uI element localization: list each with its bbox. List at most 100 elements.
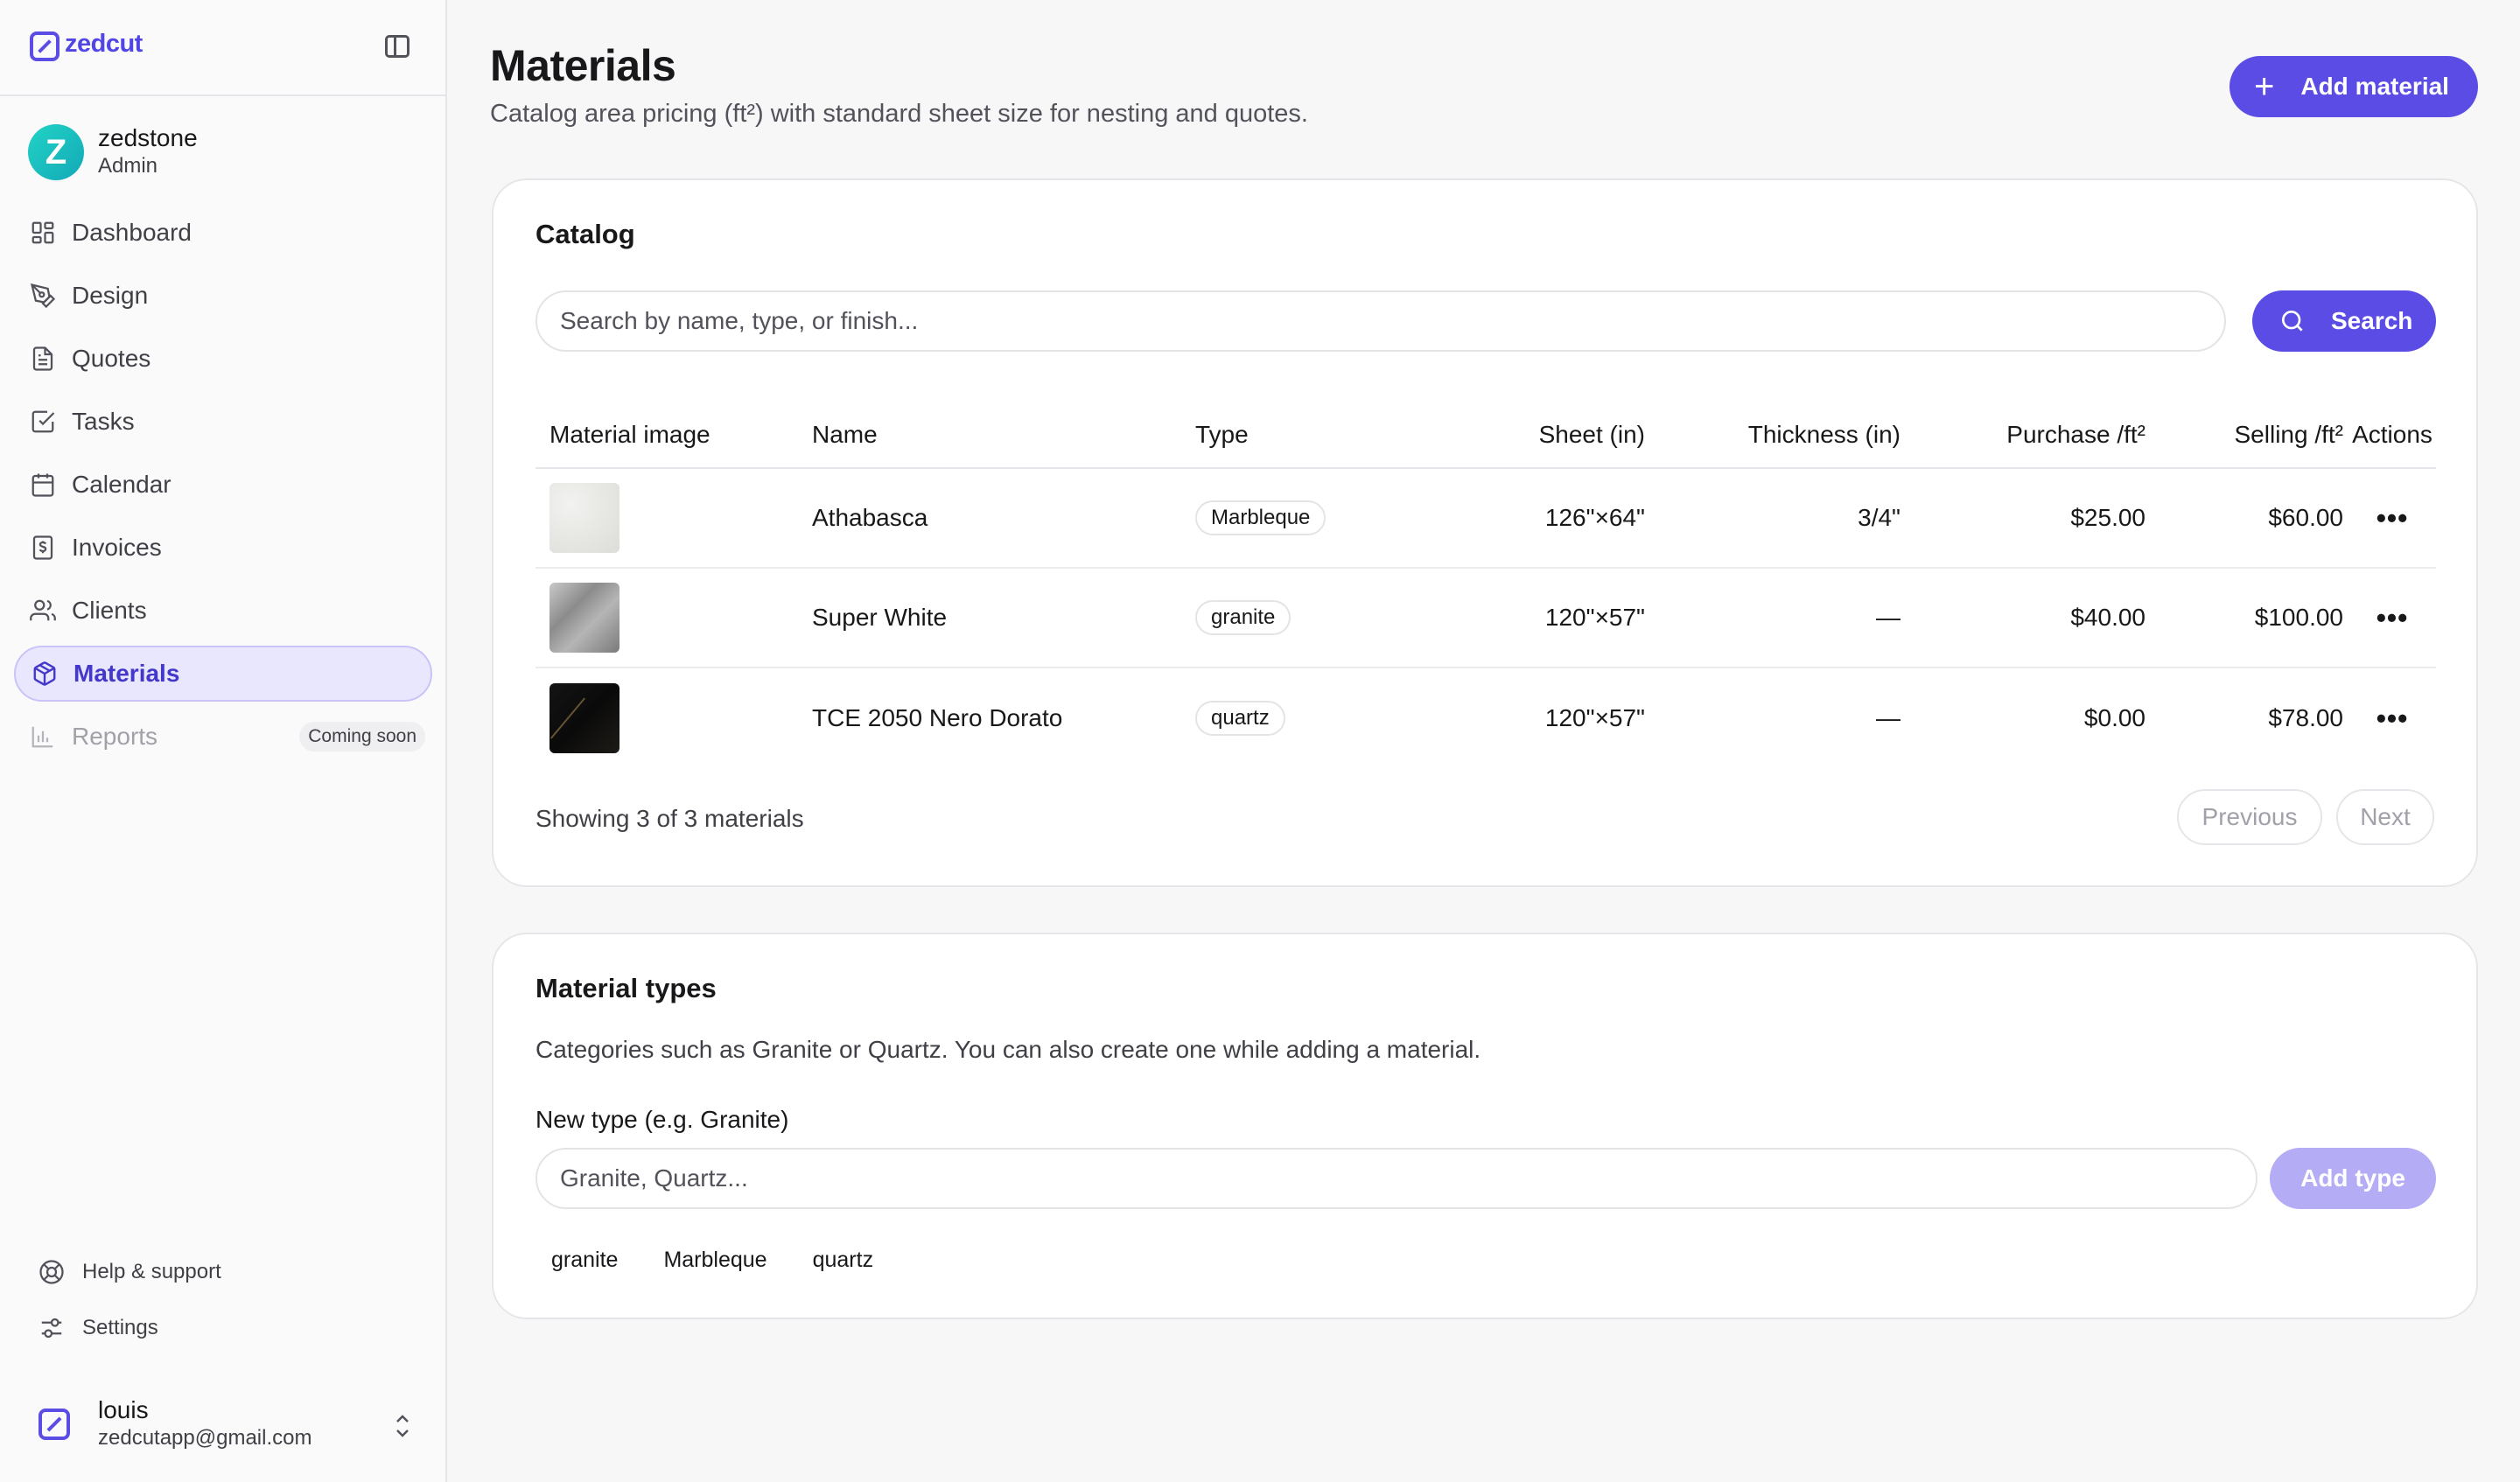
type-chip[interactable]: quartz [797,1242,889,1277]
sidebar-item-materials[interactable]: Materials [14,646,432,702]
previous-page-button[interactable]: Previous [2177,789,2322,845]
help-support-link[interactable]: Help & support [38,1256,424,1288]
document-icon [30,346,56,372]
material-image [550,683,620,753]
coming-soon-badge: Coming soon [299,722,425,751]
add-type-button[interactable]: Add type [2270,1148,2436,1209]
more-horizontal-icon: ••• [2376,602,2409,633]
org-role: Admin [98,154,158,178]
new-type-label: New type (e.g. Granite) [536,1106,789,1133]
material-image [550,483,620,553]
sidebar-item-label: Materials [74,660,180,687]
sidebar-item-calendar[interactable]: Calendar [14,457,432,513]
material-name: Super White [812,604,948,631]
box-icon [32,661,58,687]
settings-label: Settings [82,1316,158,1339]
purchase-price: $0.00 [2083,704,2146,731]
help-support-label: Help & support [82,1260,221,1283]
search-button-label: Search [2331,307,2413,334]
search-button[interactable]: Search [2252,290,2436,352]
sidebar-item-quotes[interactable]: Quotes [14,331,432,387]
table-header: Material image Name Type Sheet (in) Thic… [536,402,2436,469]
material-type-cell: granite [1195,569,1292,667]
checkbox-icon [30,409,56,435]
row-actions-button[interactable]: ••• [2352,569,2432,667]
column-header: Thickness (in) [1747,421,1900,448]
dollar-receipt-icon [30,535,56,561]
sheet-size: 126"×64" [1544,504,1645,531]
catalog-title: Catalog [536,219,635,249]
sidebar-item-label: Design [72,282,149,309]
plus-icon: + [2254,67,2275,106]
material-thumbnail [550,668,620,768]
material-types-description: Categories such as Granite or Quartz. Yo… [536,1036,1481,1063]
material-thumbnail [550,469,620,567]
page-title: Materials [490,41,676,90]
settings-link[interactable]: Settings [38,1312,424,1344]
sidebar-item-reports: Reports Coming soon [14,709,432,765]
org-name: zedstone [98,124,198,151]
add-material-button[interactable]: + Add material [2230,56,2478,117]
sidebar-item-label: Quotes [72,345,151,372]
pagination-summary: Showing 3 of 3 materials [536,805,804,832]
brand-name: zedcut [65,30,143,58]
sidebar-item-design[interactable]: Design [14,268,432,324]
sidebar-item-label: Calendar [72,471,172,498]
chevron-up-down-icon [392,1410,413,1442]
sheet-size: 120"×57" [1544,704,1645,731]
type-chip[interactable]: Marbleque [648,1242,782,1277]
sidebar-toggle-icon[interactable] [385,35,410,58]
existing-types-list: granite Marbleque quartz [536,1242,903,1277]
user-menu[interactable]: louis zedcutapp@gmail.com [35,1395,420,1456]
selling-price: $60.00 [2268,504,2343,531]
add-material-label: Add material [2300,73,2449,100]
row-actions-button[interactable]: ••• [2352,668,2432,768]
material-type-cell: Marbleque [1195,469,1326,567]
page-subtitle: Catalog area pricing (ft²) with standard… [490,100,1308,128]
purchase-price: $25.00 [2070,504,2146,531]
lifebuoy-icon [38,1259,65,1285]
sidebar-item-label: Tasks [72,408,135,435]
dashboard-icon [30,220,56,246]
column-header: Material image [550,421,710,448]
sheet-size: 120"×57" [1544,604,1645,631]
zedcut-logo-icon [30,31,60,61]
column-header: Type [1195,421,1249,448]
material-types-card: Material types Categories such as Granit… [492,933,2478,1319]
next-page-button[interactable]: Next [2336,789,2434,845]
sidebar-item-clients[interactable]: Clients [14,583,432,639]
column-header: Actions [2352,421,2432,448]
search-input[interactable] [536,290,2226,352]
type-chip[interactable]: granite [536,1242,634,1277]
column-header: Sheet (in) [1538,421,1645,448]
sidebar-item-label: Clients [72,597,147,624]
sidebar-item-invoices[interactable]: Invoices [14,520,432,576]
row-actions-button[interactable]: ••• [2352,469,2432,567]
type-badge: quartz [1195,701,1285,736]
selling-price: $78.00 [2268,704,2343,731]
more-horizontal-icon: ••• [2376,502,2409,534]
sidebar-nav: Dashboard Design Quotes Tasks Calendar I… [14,205,432,772]
material-image [550,583,620,653]
table-row[interactable]: Super White granite 120"×57" — $40.00 $1… [536,569,2436,668]
new-type-input[interactable] [536,1148,2258,1209]
table-row[interactable]: Athabasca Marbleque 126"×64" 3/4" $25.00… [536,469,2436,569]
selling-price: $100.00 [2254,604,2343,631]
table-row[interactable]: TCE 2050 Nero Dorato quartz 120"×57" — $… [536,668,2436,768]
sidebar: zedcut Z zedstone Admin Dashboard Design… [0,0,447,1482]
purchase-price: $40.00 [2070,604,2146,631]
brand-row: zedcut [0,0,445,96]
sidebar-item-tasks[interactable]: Tasks [14,394,432,450]
material-name: Athabasca [812,504,928,531]
sidebar-item-dashboard[interactable]: Dashboard [14,205,432,261]
catalog-card: Catalog Search Material image Name Type … [492,178,2478,887]
org-switcher[interactable]: Z zedstone Admin [28,122,430,182]
type-badge: Marbleque [1195,500,1326,535]
type-badge: granite [1195,600,1292,635]
column-header: Selling /ft² [2234,421,2344,448]
sidebar-footer-links: Help & support Settings [38,1256,424,1368]
pen-tool-icon [30,283,56,309]
material-thumbnail [550,569,620,667]
column-header: Name [812,421,878,448]
user-avatar-icon [38,1409,70,1440]
